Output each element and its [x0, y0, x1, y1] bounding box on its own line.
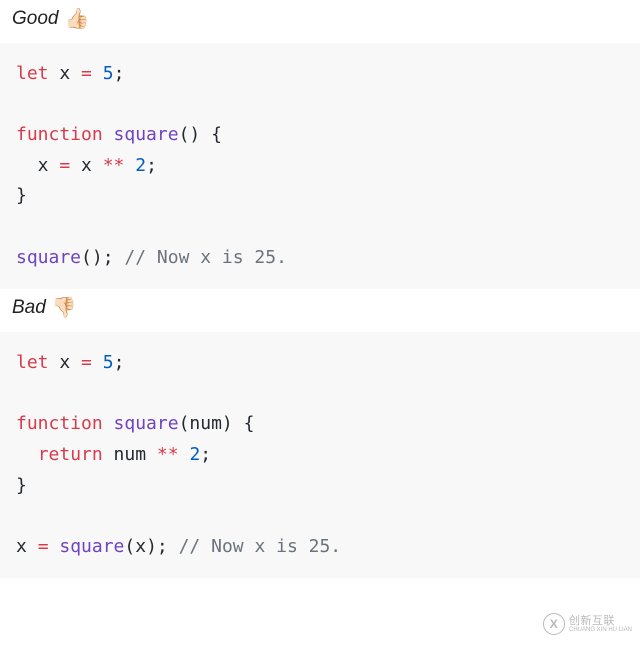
code-token: (num) { — [179, 413, 255, 434]
code-token: square — [114, 413, 179, 434]
code-token: // Now x is 25. — [124, 247, 287, 268]
code-token — [49, 536, 60, 557]
code-token: x — [49, 352, 82, 373]
watermark-text: 创新互联 — [569, 616, 632, 627]
code-token: 2 — [189, 444, 200, 465]
code-token: 5 — [103, 352, 114, 373]
code-token: x — [16, 155, 59, 176]
watermark: X 创新互联 CHUANG XIN HU LIAN — [543, 613, 632, 635]
code-token: } — [16, 185, 27, 206]
code-token — [179, 444, 190, 465]
section-label-text: Good — [12, 8, 58, 30]
code-token: return — [38, 444, 103, 465]
code-token: ; — [114, 352, 125, 373]
code-token: = — [38, 536, 49, 557]
code-token: function — [16, 124, 103, 145]
code-token: ; — [114, 63, 125, 84]
code-token: x — [16, 536, 38, 557]
code-token: 5 — [103, 63, 114, 84]
code-token: () { — [179, 124, 222, 145]
code-token: function — [16, 413, 103, 434]
code-token — [92, 352, 103, 373]
code-token: ** — [157, 444, 179, 465]
code-block: let x = 5; function square() { x = x ** … — [0, 43, 640, 289]
thumbs-up-icon: 👍🏻 — [64, 6, 89, 31]
code-token: ; — [200, 444, 211, 465]
code-token: // Now x is 25. — [179, 536, 342, 557]
code-token: let — [16, 352, 49, 373]
code-token: square — [59, 536, 124, 557]
section-label-text: Bad — [12, 297, 46, 319]
code-token — [16, 444, 38, 465]
code-token — [92, 63, 103, 84]
code-token — [124, 155, 135, 176]
watermark-logo-icon: X — [543, 613, 565, 635]
good-label: Good 👍🏻 — [0, 0, 640, 43]
code-token — [103, 413, 114, 434]
code-token: 2 — [135, 155, 146, 176]
code-token: (x); — [124, 536, 178, 557]
code-token: = — [81, 352, 92, 373]
code-token: num — [103, 444, 157, 465]
code-token: square — [114, 124, 179, 145]
code-token: let — [16, 63, 49, 84]
code-block: let x = 5; function square(num) { return… — [0, 332, 640, 578]
code-token: = — [59, 155, 70, 176]
code-token: square — [16, 247, 81, 268]
watermark-subtext: CHUANG XIN HU LIAN — [569, 627, 632, 633]
code-token: = — [81, 63, 92, 84]
thumbs-down-icon: 👎🏻 — [52, 295, 77, 320]
code-token: x — [70, 155, 103, 176]
code-token: x — [49, 63, 82, 84]
code-token — [103, 124, 114, 145]
code-token: ; — [146, 155, 157, 176]
code-token: ** — [103, 155, 125, 176]
code-token: (); — [81, 247, 124, 268]
code-token: } — [16, 475, 27, 496]
bad-label: Bad 👎🏻 — [0, 289, 640, 332]
